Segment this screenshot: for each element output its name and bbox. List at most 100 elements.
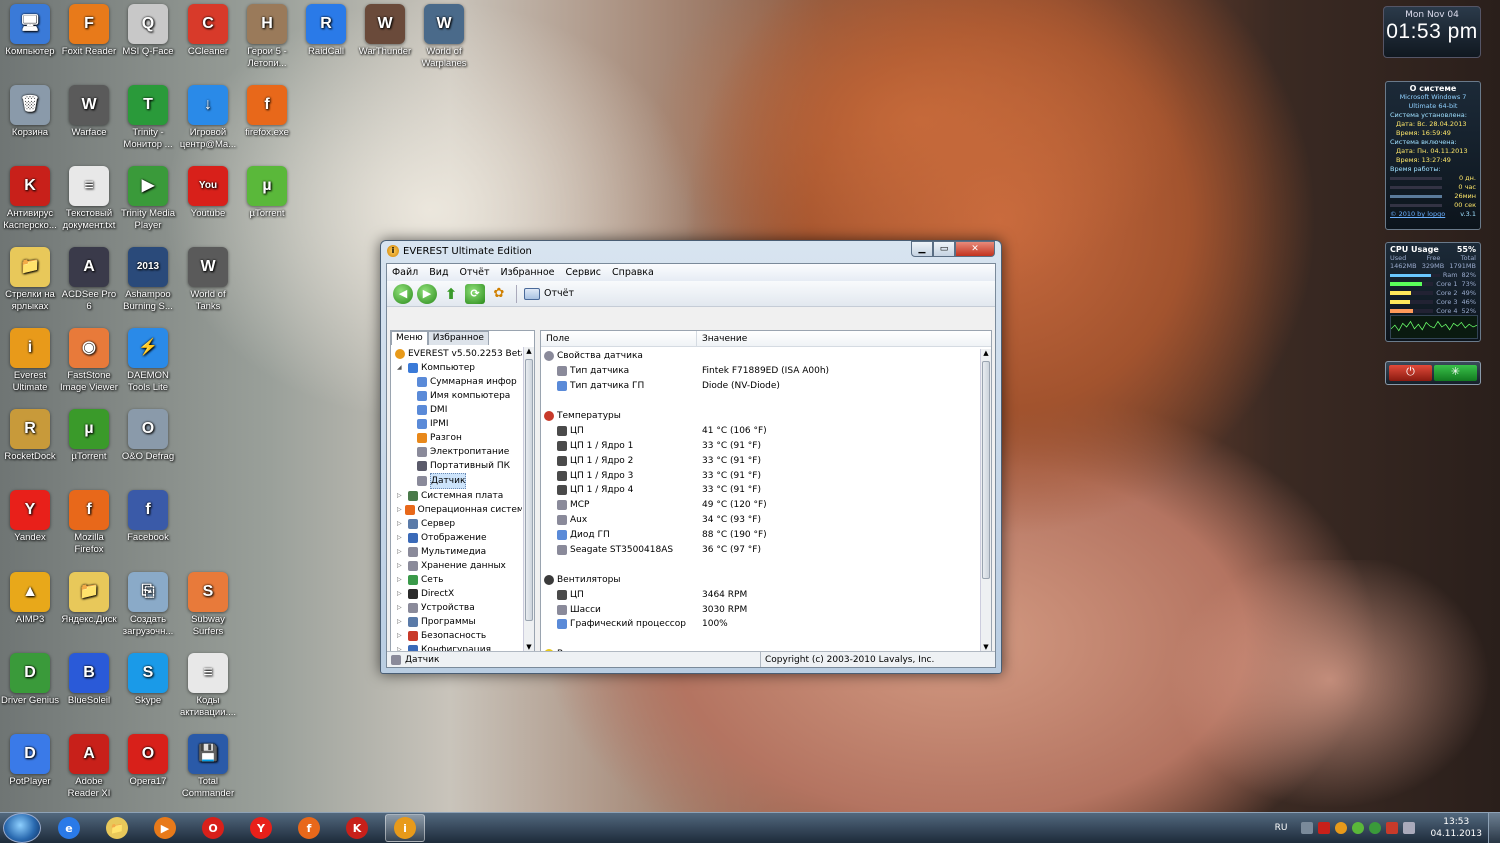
- sysinfo-gadget[interactable]: О системе Microsoft Windows 7 Ultimate 6…: [1385, 81, 1481, 230]
- expander-icon[interactable]: ▷: [397, 489, 405, 503]
- desktop-icon[interactable]: W World of Warplanes: [414, 4, 474, 70]
- tree-node[interactable]: Суммарная инфор: [393, 375, 522, 389]
- tree-node[interactable]: Имя компьютера: [393, 389, 522, 403]
- expander-icon[interactable]: ▷: [397, 545, 405, 559]
- expander-icon[interactable]: ◢: [397, 361, 405, 375]
- minimize-button[interactable]: ▁: [911, 241, 933, 257]
- utorrent-tray-icon[interactable]: [1352, 822, 1365, 834]
- desktop-icon[interactable]: ◉ FastStone Image Viewer: [59, 328, 119, 394]
- scroll-up-icon[interactable]: ▲: [524, 347, 534, 355]
- sensor-row[interactable]: Шасси 3030 RPM: [541, 602, 979, 617]
- desktop-icon[interactable]: R RaidCall: [296, 4, 356, 58]
- desktop-icon[interactable]: Y Yandex: [0, 490, 60, 544]
- desktop-icon[interactable]: µ µTorrent: [59, 409, 119, 463]
- sysinfo-author-link[interactable]: © 2010 by lopgo: [1390, 210, 1445, 219]
- favorites-button[interactable]: ✿: [489, 284, 509, 304]
- desktop-icon[interactable]: D PotPlayer: [0, 734, 60, 788]
- nav-vertical-scrollbar[interactable]: ▲ ▼: [523, 347, 534, 651]
- cpu-usage-gadget[interactable]: CPU Usage 55% Used Free Total 1462MB 329MB 1…: [1385, 242, 1481, 342]
- tree-node[interactable]: ▷ Сеть: [393, 573, 522, 587]
- tree-node[interactable]: ▷ Операционная систем: [393, 503, 522, 517]
- sensor-row[interactable]: ЦП 1 / Ядро 3 33 °C (91 °F): [541, 468, 979, 483]
- desktop-icon[interactable]: S Subway Surfers: [178, 572, 238, 638]
- menu-item[interactable]: Отчёт: [460, 267, 490, 278]
- desktop-icon[interactable]: K Антивирус Касперско...: [0, 166, 60, 232]
- taskbar-button-explorer[interactable]: 📁: [97, 814, 137, 842]
- sensor-row[interactable]: Aux 34 °C (93 °F): [541, 513, 979, 528]
- tree-node[interactable]: EVEREST v5.50.2253 Beta: [393, 347, 522, 361]
- window-titlebar[interactable]: i EVEREST Ultimate Edition ▁ ▭ ✕: [381, 241, 1001, 261]
- tree-node[interactable]: DMI: [393, 403, 522, 417]
- tray-clock[interactable]: 13:53 04.11.2013: [1430, 816, 1482, 840]
- desktop-icon[interactable]: O Opera17: [118, 734, 178, 788]
- everest-tray-icon[interactable]: [1335, 822, 1348, 834]
- clock-gadget[interactable]: Mon Nov 04 01:53 pm: [1383, 6, 1481, 58]
- taskbar-button-kaspersky[interactable]: K: [337, 814, 377, 842]
- tree-node[interactable]: ▷ Устройства: [393, 601, 522, 615]
- expander-icon[interactable]: ▷: [397, 531, 405, 545]
- expander-icon[interactable]: ▷: [397, 601, 405, 615]
- desktop-icon[interactable]: ≡ Текстовый документ.txt: [59, 166, 119, 232]
- scroll-up-icon[interactable]: ▲: [981, 349, 991, 357]
- sensor-row[interactable]: ЦП 1 / Ядро 2 33 °C (91 °F): [541, 453, 979, 468]
- desktop-icon[interactable]: R RocketDock: [0, 409, 60, 463]
- desktop-icon[interactable]: F Foxit Reader: [59, 4, 119, 58]
- menu-item[interactable]: Справка: [612, 267, 654, 278]
- desktop-icon[interactable]: A Adobe Reader XI: [59, 734, 119, 800]
- sensor-row[interactable]: ЦП 41 °C (106 °F): [541, 423, 979, 438]
- desktop-icon[interactable]: i Everest Ultimate: [0, 328, 60, 394]
- desktop-icon[interactable]: ≡ Коды активации....: [178, 653, 238, 719]
- tree-node[interactable]: Датчик: [393, 473, 522, 489]
- desktop-icon[interactable]: 💾 Total Commander: [178, 734, 238, 800]
- expander-icon[interactable]: ▷: [397, 503, 402, 517]
- sensor-row[interactable]: ЦП 1 / Ядро 4 33 °C (91 °F): [541, 483, 979, 498]
- section-header-row[interactable]: Вентиляторы: [541, 572, 979, 587]
- desktop-icon[interactable]: f Facebook: [118, 490, 178, 544]
- restart-button[interactable]: ✳: [1434, 365, 1477, 381]
- taskbar-button-everest[interactable]: i: [385, 814, 425, 842]
- tab-menu[interactable]: Меню: [391, 331, 428, 345]
- taskbar-button-firefox[interactable]: f: [289, 814, 329, 842]
- desktop-icon[interactable]: 🖥 Компьютер: [0, 4, 60, 58]
- taskbar-button-yandex[interactable]: Y: [241, 814, 281, 842]
- taskbar-button-ie[interactable]: e: [49, 814, 89, 842]
- scroll-down-icon[interactable]: ▼: [524, 643, 534, 651]
- menu-item[interactable]: Избранное: [501, 267, 555, 278]
- sensor-row[interactable]: ЦП 3464 RPM: [541, 587, 979, 602]
- taskbar-button-opera[interactable]: O: [193, 814, 233, 842]
- trinity-tray-icon[interactable]: [1369, 822, 1382, 834]
- start-button[interactable]: [3, 813, 41, 843]
- desktop-icon[interactable]: D Driver Genius: [0, 653, 60, 707]
- expander-icon[interactable]: ▷: [397, 559, 405, 573]
- desktop-icon[interactable]: Q MSI Q-Face: [118, 4, 178, 58]
- tree-node[interactable]: ▷ Программы: [393, 615, 522, 629]
- desktop-icon[interactable]: 2013 Ashampoo Burning S...: [118, 247, 178, 313]
- desktop-icon[interactable]: C CCleaner: [178, 4, 238, 58]
- desktop-icon[interactable]: f firefox.exe: [237, 85, 297, 139]
- tree-node[interactable]: ▷ Безопасность: [393, 629, 522, 643]
- tree-node[interactable]: ▷ Системная плата: [393, 489, 522, 503]
- menu-item[interactable]: Вид: [429, 267, 448, 278]
- show-desktop-button[interactable]: [1488, 813, 1500, 843]
- close-button[interactable]: ✕: [955, 241, 995, 257]
- desktop-icon[interactable]: B BlueSoleil: [59, 653, 119, 707]
- network-icon[interactable]: [1301, 822, 1314, 834]
- menu-item[interactable]: Сервис: [565, 267, 601, 278]
- forward-button[interactable]: ▶: [417, 283, 437, 304]
- desktop-icon[interactable]: µ µTorrent: [237, 166, 297, 220]
- desktop-icon[interactable]: W World of Tanks: [178, 247, 238, 313]
- column-value[interactable]: Значение: [697, 331, 747, 346]
- desktop-icon[interactable]: ⚡ DAEMON Tools Lite: [118, 328, 178, 394]
- tree-node[interactable]: Электропитание: [393, 445, 522, 459]
- column-field[interactable]: Поле: [541, 331, 697, 346]
- taskbar-button-media[interactable]: ▶: [145, 814, 185, 842]
- report-button[interactable]: Отчёт: [524, 287, 574, 300]
- sensor-row[interactable]: Графический процессор 100%: [541, 617, 979, 632]
- tab-favorites[interactable]: Избранное: [427, 331, 489, 345]
- desktop-icon[interactable]: S Skype: [118, 653, 178, 707]
- tree-node[interactable]: ▷ Хранение данных: [393, 559, 522, 573]
- tree-node[interactable]: ▷ Отображение: [393, 531, 522, 545]
- expander-icon[interactable]: ▷: [397, 517, 405, 531]
- desktop-icon[interactable]: O O&O Defrag: [118, 409, 178, 463]
- tree-node[interactable]: ▷ Сервер: [393, 517, 522, 531]
